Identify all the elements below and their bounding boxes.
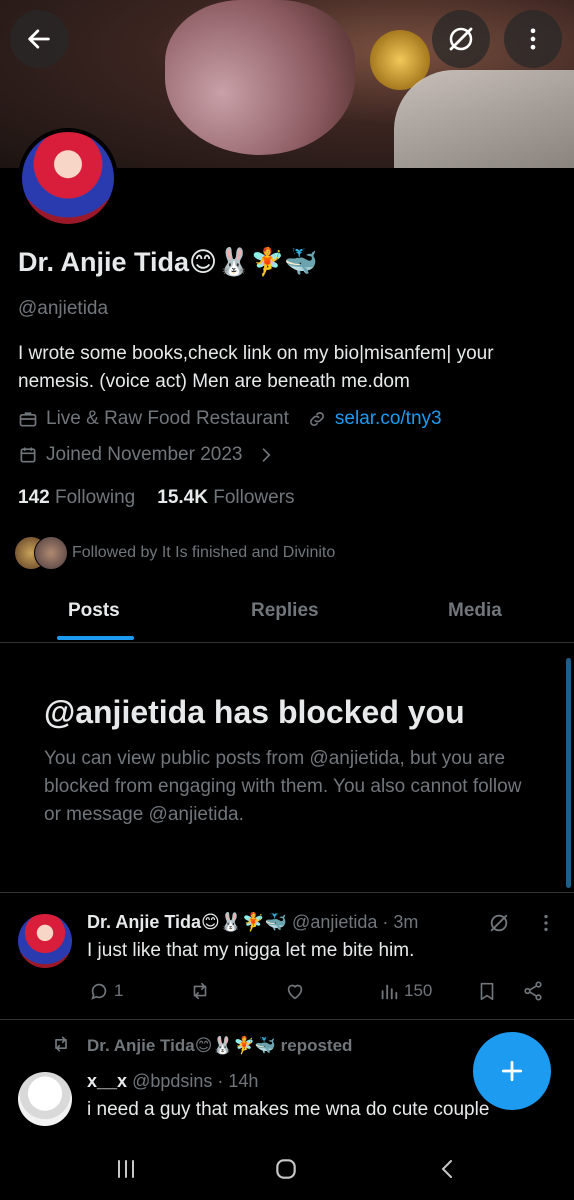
- profile-meta-row: Live & Raw Food Restaurant selar.co/tny3: [18, 408, 442, 430]
- views-button[interactable]: 150: [378, 980, 432, 1002]
- active-tab-indicator: [57, 636, 134, 640]
- share-button[interactable]: [522, 980, 544, 1002]
- grok-button[interactable]: [432, 10, 490, 68]
- tweet-time: · 3m: [382, 912, 419, 932]
- share-icon: [524, 981, 542, 1001]
- reply-icon: [91, 983, 107, 1000]
- chevron-left-icon: [441, 1160, 452, 1178]
- arrow-left-icon: [28, 29, 50, 49]
- repost-icon: [193, 982, 207, 1000]
- repost-button[interactable]: [188, 980, 212, 1002]
- repost-icon: [55, 1036, 67, 1052]
- plus-icon: [501, 1060, 523, 1082]
- tweet-header: Dr. Anjie Tida😊🐰🧚🐳 @anjietida · 3m: [87, 912, 418, 933]
- bar-chart-icon: [381, 984, 398, 1000]
- back-button[interactable]: [10, 10, 68, 68]
- profile-joined: Joined November 2023: [46, 444, 243, 465]
- link-icon: [309, 412, 324, 426]
- blocked-title: @anjietida has blocked you: [44, 694, 465, 730]
- followed-by-avatars[interactable]: [14, 536, 68, 570]
- slash-circle-icon: [449, 27, 473, 51]
- tweet-avatar[interactable]: [18, 914, 72, 968]
- reply-button[interactable]: 1: [88, 980, 123, 1002]
- tweet-grok-button[interactable]: [488, 912, 510, 939]
- home-icon: [276, 1159, 296, 1179]
- blocked-message: You can view public posts from @anjietid…: [44, 748, 522, 825]
- recent-apps-button[interactable]: [114, 1157, 138, 1186]
- profile-joined-row[interactable]: Joined November 2023: [18, 444, 276, 466]
- tweet-text: i need a guy that makes me wna do cute c…: [87, 1099, 490, 1120]
- calendar-icon: [20, 447, 36, 463]
- followers-count: 15.4K: [157, 487, 208, 508]
- compose-post-button[interactable]: [473, 1032, 551, 1110]
- divider: [0, 892, 574, 893]
- chevron-right-icon: [263, 448, 271, 462]
- tweet-avatar[interactable]: [18, 1072, 72, 1126]
- banner-photo-subject: [165, 0, 355, 155]
- bookmark-button[interactable]: [476, 980, 498, 1002]
- profile-bio: I wrote some books,check link on my bio|…: [18, 343, 494, 392]
- tweet-time: · 14h: [217, 1071, 259, 1091]
- like-button[interactable]: [284, 980, 306, 1002]
- tweet-header: x__x @bpdsins · 14h: [87, 1071, 258, 1092]
- tweet-author-name[interactable]: x__x: [87, 1071, 127, 1091]
- heart-icon: [287, 984, 303, 1000]
- divider: [0, 1019, 574, 1020]
- back-nav-button[interactable]: [436, 1156, 460, 1187]
- system-navigation-bar: [0, 1133, 574, 1200]
- tweet-author-handle: @anjietida: [292, 912, 378, 932]
- scrollbar[interactable]: [566, 658, 571, 888]
- profile-tabs: Posts Replies Media: [0, 586, 574, 643]
- tab-posts[interactable]: Posts: [68, 600, 120, 622]
- repost-indicator-icon-wrap: [50, 1034, 72, 1059]
- following-count: 142: [18, 487, 50, 508]
- following-link[interactable]: 142 Following: [18, 487, 135, 509]
- reply-count: 1: [114, 981, 124, 1000]
- following-label: Following: [54, 487, 136, 508]
- slash-circle-icon: [490, 914, 508, 932]
- views-count: 150: [404, 981, 433, 1000]
- followed-by-text[interactable]: Followed by It Is finished and Divinito: [72, 544, 335, 562]
- tab-replies[interactable]: Replies: [251, 600, 319, 622]
- vertical-dots-icon: [544, 914, 548, 932]
- repost-label[interactable]: Dr. Anjie Tida😊🐰🧚🐳 reposted: [87, 1036, 352, 1056]
- followers-link[interactable]: 15.4K Followers: [157, 487, 294, 509]
- profile-handle: @anjietida: [18, 298, 109, 319]
- tab-media[interactable]: Media: [448, 600, 502, 622]
- bookmark-icon: [480, 982, 494, 1001]
- tweet-author-name[interactable]: Dr. Anjie Tida😊🐰🧚🐳: [87, 912, 287, 932]
- recent-apps-icon: [118, 1160, 134, 1178]
- tweet-author-handle: @bpdsins: [132, 1071, 213, 1091]
- tweet-more-button[interactable]: [535, 912, 557, 939]
- followers-label: Followers: [213, 487, 295, 508]
- profile-website-link[interactable]: selar.co/tny3: [335, 408, 442, 430]
- more-options-button[interactable]: [504, 10, 562, 68]
- vertical-dots-icon: [530, 28, 536, 50]
- profile-display-name: Dr. Anjie Tida😊🐰🧚🐳: [18, 247, 319, 277]
- tweet-text: I just like that my nigga let me bite hi…: [87, 940, 415, 961]
- follower-avatar: [34, 536, 68, 570]
- profile-avatar[interactable]: [18, 128, 118, 228]
- profile-category: Live & Raw Food Restaurant: [46, 408, 289, 429]
- follow-counts: 142 Following 15.4K Followers: [18, 487, 295, 509]
- banner-photo-sheet: [394, 70, 574, 168]
- home-button[interactable]: [273, 1156, 299, 1187]
- briefcase-icon: [19, 412, 37, 427]
